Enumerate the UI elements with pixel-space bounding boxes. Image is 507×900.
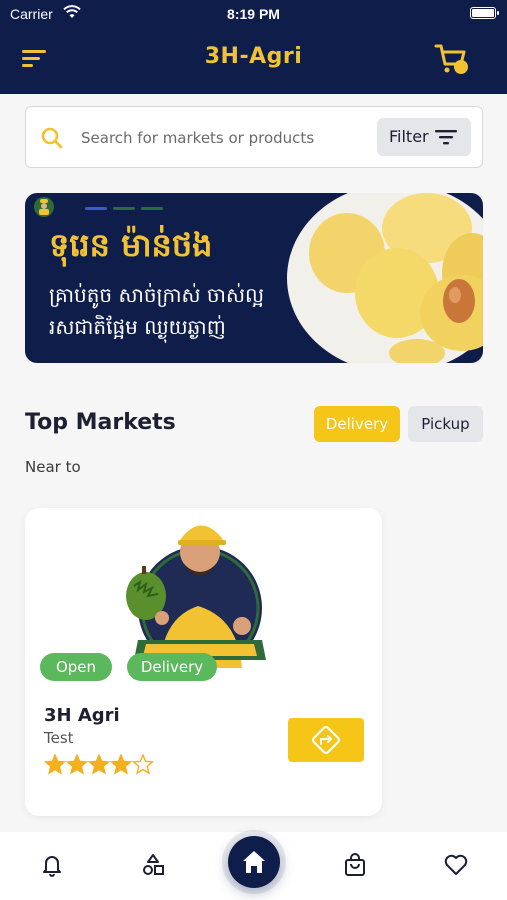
categories-icon[interactable]: [140, 852, 166, 878]
status-badge-delivery: Delivery: [127, 653, 217, 681]
market-card[interactable]: Open Delivery 3H Agri Test: [25, 508, 382, 816]
directions-icon: [312, 726, 340, 754]
search-input[interactable]: [81, 125, 371, 151]
top-markets-title: Top Markets: [25, 410, 176, 435]
promo-banner[interactable]: ទុរេន ម៉ាន់ថង គ្រាប់តូច សាច់ក្រាស់ ចាស់ល…: [25, 193, 483, 363]
durian-image: [287, 193, 483, 363]
market-subtitle: Test: [44, 729, 74, 747]
app-title: 3H-Agri: [204, 44, 303, 69]
pager-dot: [85, 207, 107, 210]
bell-icon[interactable]: [39, 852, 65, 878]
star-filled-icon: [44, 754, 67, 775]
search-bar: Filter: [25, 106, 483, 168]
tab-pickup[interactable]: Pickup: [408, 406, 483, 442]
banner-pager: [85, 207, 165, 211]
star-filled-icon: [65, 754, 89, 775]
home-button[interactable]: [228, 836, 280, 888]
heart-icon[interactable]: [443, 852, 469, 878]
filter-button[interactable]: Filter: [377, 118, 471, 156]
search-icon: [41, 127, 63, 149]
pager-dot: [141, 207, 163, 210]
app-header: Carrier 8:19 PM 3H-Agri: [0, 0, 507, 94]
near-to-label: Near to: [25, 458, 81, 476]
battery-icon: [470, 7, 499, 19]
filter-icon: [435, 130, 457, 145]
status-bar: Carrier 8:19 PM: [0, 0, 507, 28]
tab-delivery[interactable]: Delivery: [314, 406, 400, 442]
star-filled-icon: [87, 754, 111, 775]
shopping-bag-icon[interactable]: [342, 852, 368, 878]
filter-label: Filter: [389, 127, 429, 146]
brand-logo-icon: [34, 197, 54, 217]
market-name: 3H Agri: [44, 705, 120, 726]
directions-button[interactable]: [288, 718, 364, 762]
home-icon: [243, 851, 265, 873]
banner-title: ទុរេន ម៉ាន់ថង: [49, 226, 213, 264]
cart-button[interactable]: [433, 42, 473, 78]
status-badge-open: Open: [40, 653, 112, 681]
star-empty-icon: [131, 754, 155, 775]
cart-icon: [434, 44, 468, 74]
status-time: 8:19 PM: [227, 6, 280, 22]
rating-stars: [44, 754, 155, 775]
banner-text: គ្រាប់តូច សាច់ក្រាស់ ចាស់ល្អ រសជាតិផ្អែម…: [49, 283, 265, 339]
star-filled-icon: [109, 754, 133, 775]
pager-dot: [113, 207, 135, 210]
